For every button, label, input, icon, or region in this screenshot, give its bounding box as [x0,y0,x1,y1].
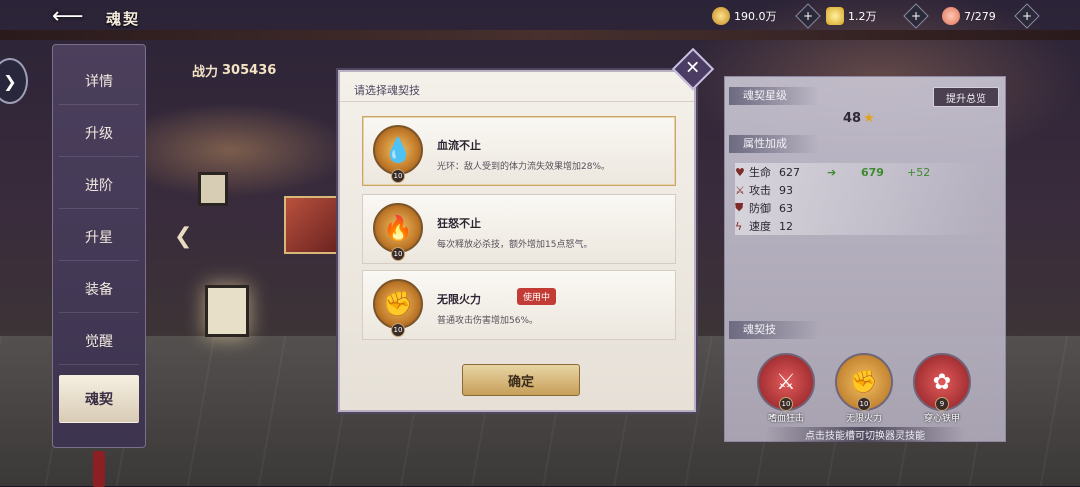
nav-item-star[interactable]: 升星 [59,213,139,261]
lightning-icon: ϟ [735,219,743,233]
skill-option[interactable]: ✊ 10 无限火力 使用中 普通攻击伤害增加56%。 [362,270,676,340]
left-nav: 详情 升级 进阶 升星 装备 觉醒 魂契 [52,44,146,487]
section-title: 魂契星级 [729,87,819,105]
attr-row: ⚔ 攻击 93 [735,181,989,199]
small-lantern [198,172,228,206]
skill-select-dialog: 请选择魂契技 ✕ 💧 10 血流不止 光环：敌人受到的体力流失效果增加28%。 … [338,47,715,412]
skill-desc: 光环：敌人受到的体力流失效果增加28%。 [437,162,611,172]
page-title: 魂契 [106,10,141,28]
skill-level: 10 [391,247,405,261]
nav-item-level[interactable]: 升级 [59,109,139,157]
shield-icon: ⛊ [735,201,744,214]
slot-level: 9 [935,397,949,411]
tassel-ornament [93,451,105,487]
nav-item-soul-pact[interactable]: 魂契 [59,375,139,423]
section-title: 魂契技 [729,321,819,339]
lantern [205,285,249,337]
in-use-badge: 使用中 [517,288,557,305]
attr-value: 627 [779,165,800,179]
star-icon: ★ [863,111,875,126]
slot-label: 嗜血狂击 [767,414,804,424]
skill-list: 💧 10 血流不止 光环：敌人受到的体力流失效果增加28%。 🔥 10 狂怒不止… [362,116,678,348]
attr-diff: +52 [907,165,931,179]
resource-peach: 7/279 + [942,3,1040,29]
skill-level: 10 [391,323,405,337]
heart-icon: ♥ [735,165,745,179]
attr-row: ♥ 生命 627 ➔ 679 +52 [735,163,989,181]
resource-value: 1.2万 [848,10,877,23]
close-icon: ✕ [685,58,701,79]
dialog-title: 请选择魂契技 [340,72,694,102]
add-peach-button[interactable]: + [1013,3,1040,29]
star-value: 48 [843,111,862,126]
upgrade-overview-button[interactable]: 提升总览 [933,87,999,107]
attr-value: 93 [779,183,793,197]
add-gold-button[interactable]: + [794,3,821,29]
resource-value: 7/279 [964,9,996,23]
attr-row: ⛊ 防御 63 [735,199,989,217]
power-label: 战力 [192,64,219,80]
nav-item-advance[interactable]: 进阶 [59,161,139,209]
attr-value: 12 [779,219,793,233]
attr-value: 63 [779,201,793,215]
hint-text: 点击技能槽可切换器灵技能 [765,427,965,442]
top-bar: ⟵ 魂契 190.0万 + 1.2万 + 7/279 + [0,0,1080,34]
attr-name: 防御 [749,202,771,215]
peach-icon [942,7,960,25]
skill-level: 10 [391,169,405,183]
gold-ingot-icon [826,7,844,25]
skill-desc: 每次释放必杀技，额外增加15点怒气。 [437,240,593,250]
fist-icon: ✊ [373,279,423,329]
double-chevron-icon: ❯ [3,71,17,91]
sword-icon: ⚔ [735,183,745,197]
back-arrow-icon[interactable]: ⟵ [52,6,86,28]
power-value: 305436 [222,62,277,78]
slot-label: 穿心铁甲 [923,414,960,424]
confirm-button[interactable]: 确定 [462,364,580,396]
skill-name: 狂怒不止 [437,217,481,230]
blood-drop-icon: 💧 [373,125,423,175]
nav-item-awaken[interactable]: 觉醒 [59,317,139,365]
arrow-right-icon: ➔ [827,165,837,179]
skill-name: 血流不止 [437,139,481,152]
flame-icon: 🔥 [373,203,423,253]
resource-value: 190.0万 [734,10,777,23]
add-ingot-button[interactable]: + [902,3,929,29]
nav-item-equip[interactable]: 装备 [59,265,139,313]
resource-gold: 190.0万 + [712,3,821,29]
attr-name: 攻击 [749,184,771,197]
section-title: 属性加成 [729,135,819,153]
slot-level: 10 [857,397,871,411]
hero-portrait[interactable] [284,196,340,254]
switch-hero-arrow-icon[interactable]: ❮ [174,224,204,249]
slot-label: 无限火力 [845,414,882,424]
skill-option[interactable]: 🔥 10 狂怒不止 每次释放必杀技，额外增加15点怒气。 [362,194,676,264]
attr-name: 速度 [749,220,771,233]
gold-coin-icon [712,7,730,25]
skill-name: 无限火力 [437,293,481,306]
attr-row: ϟ 速度 12 [735,217,989,235]
nav-item-details[interactable]: 详情 [59,57,139,105]
combat-power: 战力 305436 [192,58,276,82]
skill-option[interactable]: 💧 10 血流不止 光环：敌人受到的体力流失效果增加28%。 [362,116,676,186]
slot-level: 10 [779,397,793,411]
attr-name: 生命 [749,166,771,179]
soul-pact-panel: 魂契星级 提升总览 48 ★ 属性加成 ♥ 生命 627 ➔ 679 +52 ⚔ … [724,76,1006,442]
attr-new-value: 679 [861,165,884,179]
star-level: 48 ★ [843,111,875,126]
resource-ingot: 1.2万 + [826,3,929,29]
skill-desc: 普通攻击伤害增加56%。 [437,316,539,326]
